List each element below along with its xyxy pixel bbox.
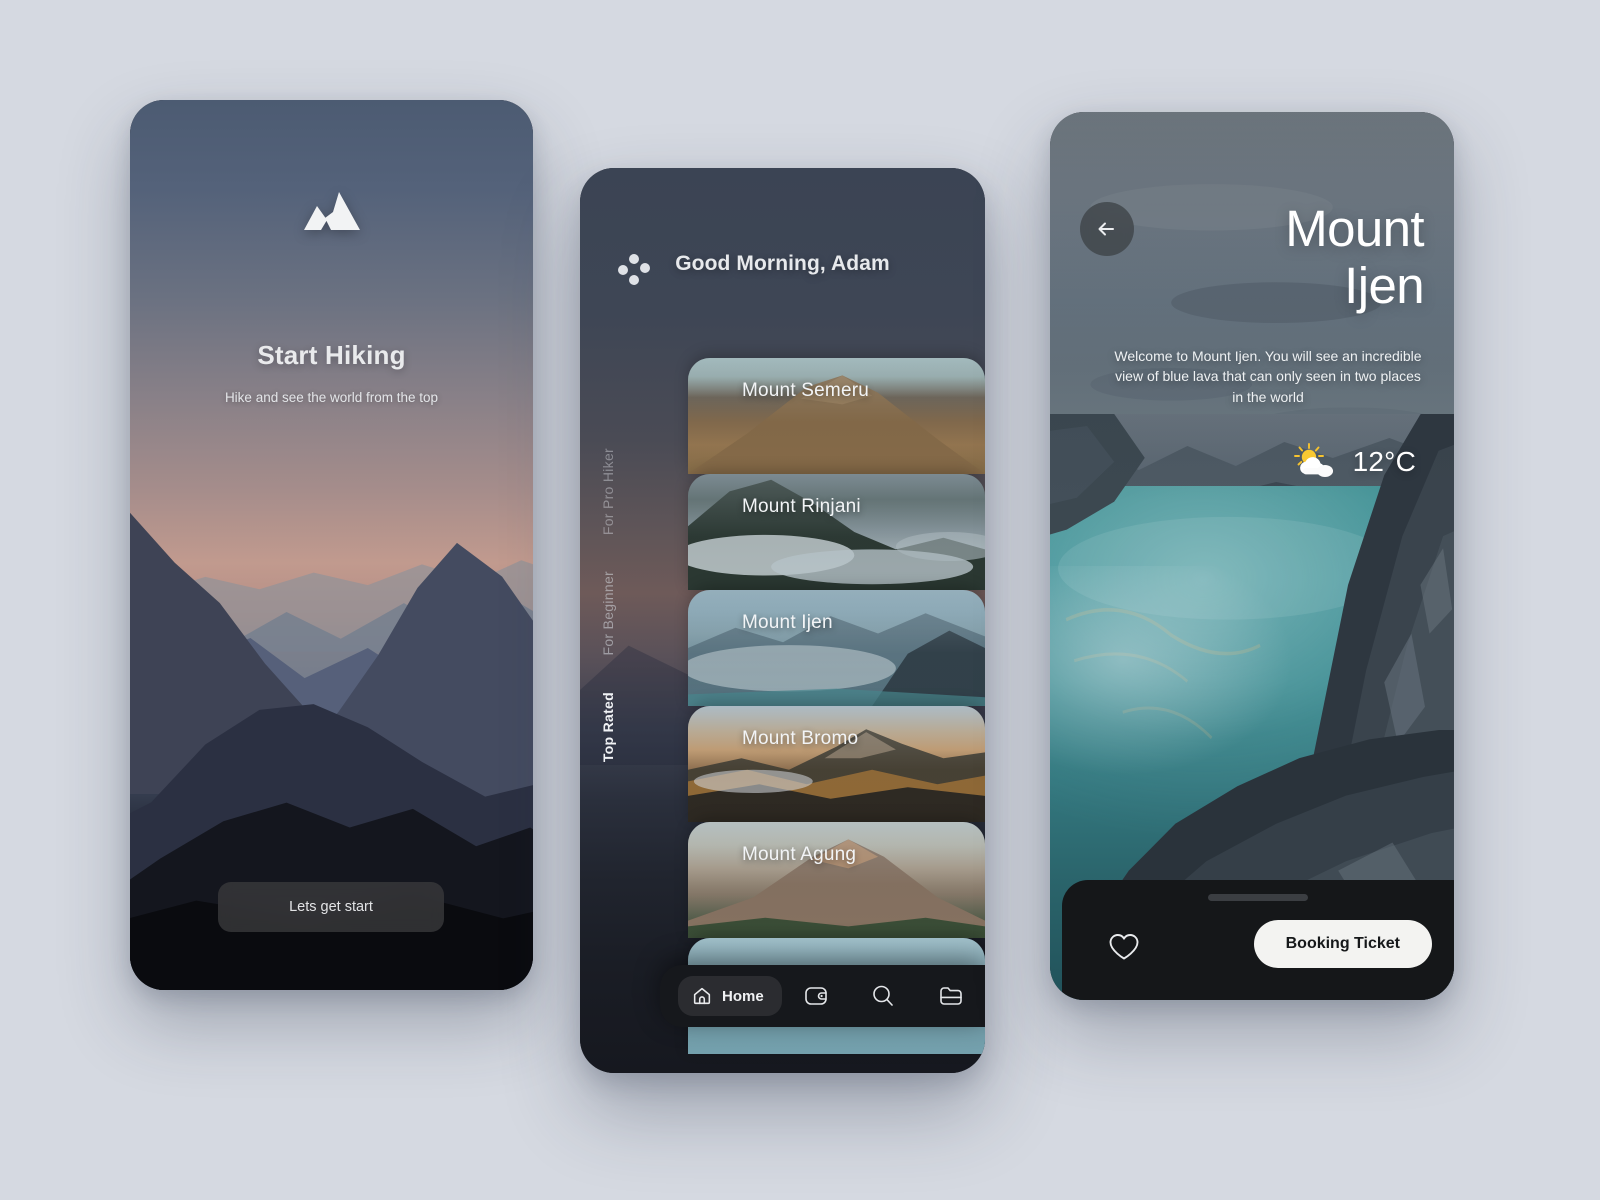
sun-behind-cloud-icon [1291, 442, 1341, 482]
mountain-logo-icon [130, 190, 533, 232]
arrow-left-icon [1093, 215, 1121, 243]
bottom-navigation-bar: Home [660, 965, 985, 1027]
mountain-card-ijen[interactable]: Mount Ijen [688, 590, 985, 706]
detail-title: Mount Ijen [1174, 200, 1424, 314]
mountain-card-semeru[interactable]: Mount Semeru [688, 358, 985, 474]
detail-description: Welcome to Mount Ijen. You will see an i… [1114, 348, 1422, 405]
left-crater-wall [1050, 413, 1195, 613]
temperature-value: 12°C [1352, 446, 1416, 477]
card-veil-agung [688, 822, 985, 938]
category-tabs: For Pro Hiker For Beginner Top Rated [600, 448, 644, 762]
side-tab-for-beginner[interactable]: For Beginner [600, 571, 616, 656]
page-title: Start Hiking [257, 340, 406, 370]
bottom-action-sheet: Booking Ticket [1062, 880, 1454, 1000]
search-icon [870, 983, 896, 1009]
side-tab-for-pro-hiker[interactable]: For Pro Hiker [600, 448, 616, 535]
card-label-bromo: Mount Bromo [742, 728, 859, 749]
card-veil-rinjani [688, 474, 985, 590]
card-label-semeru: Mount Semeru [742, 380, 870, 401]
side-tab-top-rated[interactable]: Top Rated [600, 692, 616, 762]
onboarding-screen: Start Hiking Hike and see the world from… [130, 100, 533, 990]
folder-icon [938, 983, 964, 1009]
favorite-button[interactable] [1108, 932, 1140, 962]
mountain-card-list: Mount Semeru Mount Rinjani Mount Ijen Mo… [688, 358, 985, 1054]
heart-outline-icon [1108, 932, 1140, 962]
back-button[interactable] [1080, 202, 1134, 256]
lets-get-start-button[interactable]: Lets get start [218, 882, 444, 932]
booking-ticket-button[interactable]: Booking Ticket [1253, 920, 1432, 968]
nav-label-home: Home [722, 987, 764, 1005]
sheet-drag-handle[interactable] [1208, 894, 1308, 901]
weather-widget: 12°C [1291, 442, 1416, 482]
card-label-ijen: Mount Ijen [742, 612, 833, 633]
detail-screen: Mount Ijen Welcome to Mount Ijen. You wi… [1050, 112, 1454, 1000]
card-label-agung: Mount Agung [742, 844, 857, 865]
wallet-icon [803, 983, 829, 1009]
mountain-card-agung[interactable]: Mount Agung [688, 822, 985, 938]
mountain-card-bromo[interactable]: Mount Bromo [688, 706, 985, 822]
page-subtitle: Hike and see the world from the top [224, 390, 439, 405]
card-veil-semeru [688, 358, 985, 474]
detail-title-line2: Ijen [1344, 257, 1424, 315]
card-label-rinjani: Mount Rinjani [742, 496, 861, 517]
mountain-card-rinjani[interactable]: Mount Rinjani [688, 474, 985, 590]
nav-item-home[interactable]: Home [678, 976, 782, 1016]
nav-item-search[interactable] [849, 983, 917, 1009]
greeting-title: Good Morning, Adam [675, 252, 890, 275]
detail-title-line1: Mount [1285, 200, 1424, 257]
screenshot-canvas: Start Hiking Hike and see the world from… [0, 0, 1600, 1200]
nav-item-wallet[interactable] [782, 983, 850, 1009]
card-veil-bromo [688, 706, 985, 822]
card-veil-ijen [688, 590, 985, 706]
nav-item-folder[interactable] [917, 983, 985, 1009]
home-icon [691, 985, 713, 1007]
home-screen: Good Morning, Adam For Pro Hiker For Beg… [580, 168, 985, 1073]
